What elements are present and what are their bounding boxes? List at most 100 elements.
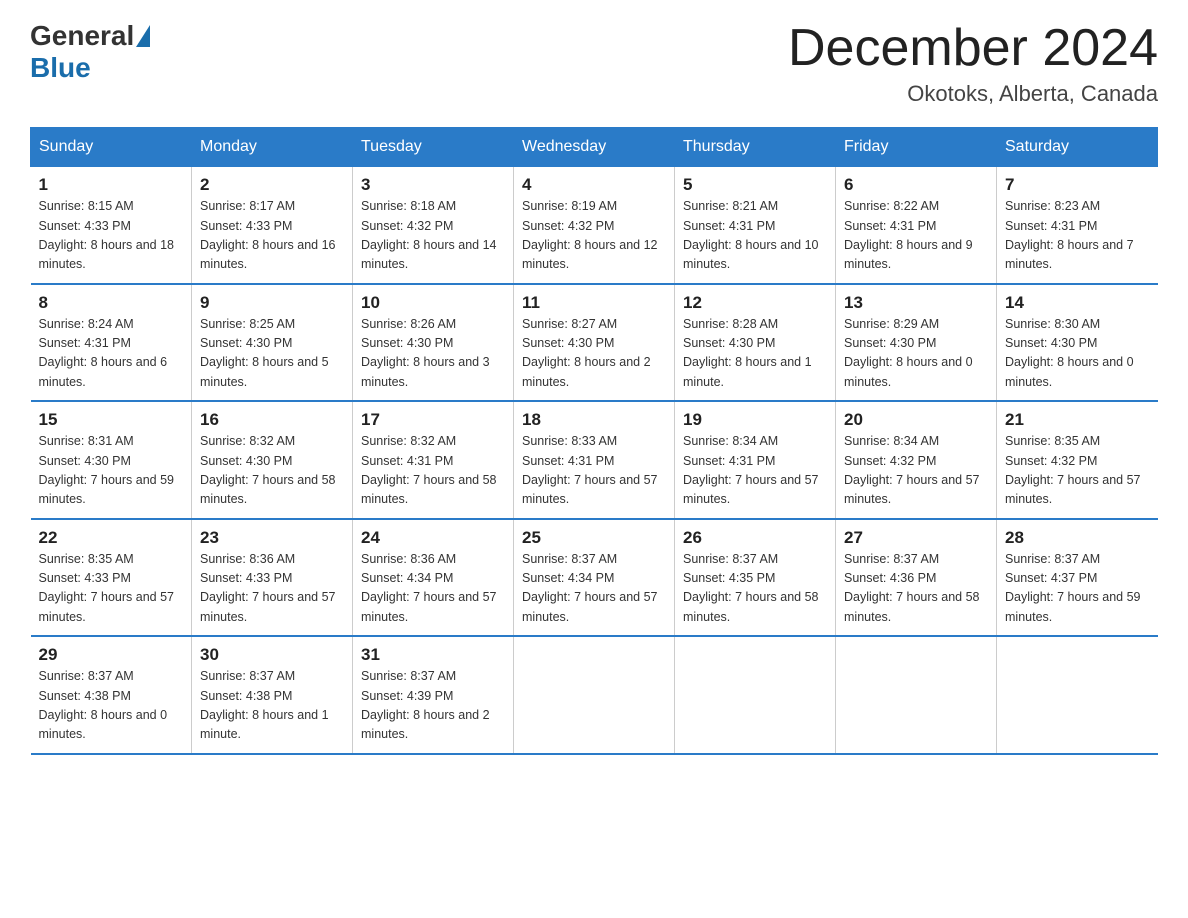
table-row: 12 Sunrise: 8:28 AMSunset: 4:30 PMDaylig…: [675, 284, 836, 402]
logo-general-text: General: [30, 20, 134, 52]
day-number: 19: [683, 410, 827, 430]
day-number: 23: [200, 528, 344, 548]
table-row: 4 Sunrise: 8:19 AMSunset: 4:32 PMDayligh…: [514, 167, 675, 284]
day-info: Sunrise: 8:36 AMSunset: 4:33 PMDaylight:…: [200, 550, 344, 628]
calendar-week-row: 29 Sunrise: 8:37 AMSunset: 4:38 PMDaylig…: [31, 636, 1158, 754]
logo: General Blue: [30, 20, 152, 84]
table-row: 22 Sunrise: 8:35 AMSunset: 4:33 PMDaylig…: [31, 519, 192, 637]
calendar-week-row: 8 Sunrise: 8:24 AMSunset: 4:31 PMDayligh…: [31, 284, 1158, 402]
table-row: [675, 636, 836, 754]
day-info: Sunrise: 8:27 AMSunset: 4:30 PMDaylight:…: [522, 315, 666, 393]
location-text: Okotoks, Alberta, Canada: [788, 81, 1158, 107]
day-number: 8: [39, 293, 184, 313]
table-row: 20 Sunrise: 8:34 AMSunset: 4:32 PMDaylig…: [836, 401, 997, 519]
day-number: 12: [683, 293, 827, 313]
day-number: 20: [844, 410, 988, 430]
day-number: 6: [844, 175, 988, 195]
calendar-week-row: 22 Sunrise: 8:35 AMSunset: 4:33 PMDaylig…: [31, 519, 1158, 637]
col-tuesday: Tuesday: [353, 128, 514, 167]
table-row: 16 Sunrise: 8:32 AMSunset: 4:30 PMDaylig…: [192, 401, 353, 519]
table-row: 15 Sunrise: 8:31 AMSunset: 4:30 PMDaylig…: [31, 401, 192, 519]
day-number: 18: [522, 410, 666, 430]
table-row: 2 Sunrise: 8:17 AMSunset: 4:33 PMDayligh…: [192, 167, 353, 284]
day-info: Sunrise: 8:23 AMSunset: 4:31 PMDaylight:…: [1005, 197, 1150, 275]
table-row: 28 Sunrise: 8:37 AMSunset: 4:37 PMDaylig…: [997, 519, 1158, 637]
day-number: 4: [522, 175, 666, 195]
logo-blue-text: Blue: [30, 52, 91, 84]
calendar-header-row: Sunday Monday Tuesday Wednesday Thursday…: [31, 128, 1158, 167]
table-row: 19 Sunrise: 8:34 AMSunset: 4:31 PMDaylig…: [675, 401, 836, 519]
day-info: Sunrise: 8:37 AMSunset: 4:35 PMDaylight:…: [683, 550, 827, 628]
day-info: Sunrise: 8:25 AMSunset: 4:30 PMDaylight:…: [200, 315, 344, 393]
calendar-week-row: 15 Sunrise: 8:31 AMSunset: 4:30 PMDaylig…: [31, 401, 1158, 519]
table-row: 30 Sunrise: 8:37 AMSunset: 4:38 PMDaylig…: [192, 636, 353, 754]
table-row: 8 Sunrise: 8:24 AMSunset: 4:31 PMDayligh…: [31, 284, 192, 402]
day-number: 15: [39, 410, 184, 430]
table-row: 17 Sunrise: 8:32 AMSunset: 4:31 PMDaylig…: [353, 401, 514, 519]
table-row: 10 Sunrise: 8:26 AMSunset: 4:30 PMDaylig…: [353, 284, 514, 402]
day-number: 26: [683, 528, 827, 548]
month-title: December 2024: [788, 20, 1158, 77]
day-number: 10: [361, 293, 505, 313]
table-row: [514, 636, 675, 754]
day-info: Sunrise: 8:37 AMSunset: 4:37 PMDaylight:…: [1005, 550, 1150, 628]
day-info: Sunrise: 8:37 AMSunset: 4:39 PMDaylight:…: [361, 667, 505, 745]
day-info: Sunrise: 8:35 AMSunset: 4:32 PMDaylight:…: [1005, 432, 1150, 510]
table-row: 23 Sunrise: 8:36 AMSunset: 4:33 PMDaylig…: [192, 519, 353, 637]
day-info: Sunrise: 8:19 AMSunset: 4:32 PMDaylight:…: [522, 197, 666, 275]
day-info: Sunrise: 8:22 AMSunset: 4:31 PMDaylight:…: [844, 197, 988, 275]
day-number: 14: [1005, 293, 1150, 313]
col-friday: Friday: [836, 128, 997, 167]
day-number: 30: [200, 645, 344, 665]
calendar-table: Sunday Monday Tuesday Wednesday Thursday…: [30, 127, 1158, 755]
day-info: Sunrise: 8:30 AMSunset: 4:30 PMDaylight:…: [1005, 315, 1150, 393]
day-info: Sunrise: 8:37 AMSunset: 4:34 PMDaylight:…: [522, 550, 666, 628]
table-row: 21 Sunrise: 8:35 AMSunset: 4:32 PMDaylig…: [997, 401, 1158, 519]
title-section: December 2024 Okotoks, Alberta, Canada: [788, 20, 1158, 107]
day-info: Sunrise: 8:29 AMSunset: 4:30 PMDaylight:…: [844, 315, 988, 393]
day-info: Sunrise: 8:26 AMSunset: 4:30 PMDaylight:…: [361, 315, 505, 393]
day-number: 17: [361, 410, 505, 430]
day-info: Sunrise: 8:37 AMSunset: 4:38 PMDaylight:…: [39, 667, 184, 745]
day-number: 7: [1005, 175, 1150, 195]
day-info: Sunrise: 8:21 AMSunset: 4:31 PMDaylight:…: [683, 197, 827, 275]
day-info: Sunrise: 8:32 AMSunset: 4:30 PMDaylight:…: [200, 432, 344, 510]
day-info: Sunrise: 8:34 AMSunset: 4:31 PMDaylight:…: [683, 432, 827, 510]
calendar-week-row: 1 Sunrise: 8:15 AMSunset: 4:33 PMDayligh…: [31, 167, 1158, 284]
day-number: 5: [683, 175, 827, 195]
day-info: Sunrise: 8:34 AMSunset: 4:32 PMDaylight:…: [844, 432, 988, 510]
table-row: 29 Sunrise: 8:37 AMSunset: 4:38 PMDaylig…: [31, 636, 192, 754]
table-row: 9 Sunrise: 8:25 AMSunset: 4:30 PMDayligh…: [192, 284, 353, 402]
day-info: Sunrise: 8:24 AMSunset: 4:31 PMDaylight:…: [39, 315, 184, 393]
col-saturday: Saturday: [997, 128, 1158, 167]
day-number: 22: [39, 528, 184, 548]
day-info: Sunrise: 8:15 AMSunset: 4:33 PMDaylight:…: [39, 197, 184, 275]
table-row: 31 Sunrise: 8:37 AMSunset: 4:39 PMDaylig…: [353, 636, 514, 754]
day-info: Sunrise: 8:37 AMSunset: 4:38 PMDaylight:…: [200, 667, 344, 745]
day-number: 28: [1005, 528, 1150, 548]
table-row: 6 Sunrise: 8:22 AMSunset: 4:31 PMDayligh…: [836, 167, 997, 284]
day-number: 21: [1005, 410, 1150, 430]
page-header: General Blue December 2024 Okotoks, Albe…: [30, 20, 1158, 107]
day-number: 24: [361, 528, 505, 548]
day-number: 11: [522, 293, 666, 313]
day-info: Sunrise: 8:17 AMSunset: 4:33 PMDaylight:…: [200, 197, 344, 275]
day-number: 16: [200, 410, 344, 430]
table-row: 7 Sunrise: 8:23 AMSunset: 4:31 PMDayligh…: [997, 167, 1158, 284]
day-number: 9: [200, 293, 344, 313]
day-number: 1: [39, 175, 184, 195]
day-number: 27: [844, 528, 988, 548]
day-info: Sunrise: 8:32 AMSunset: 4:31 PMDaylight:…: [361, 432, 505, 510]
table-row: [836, 636, 997, 754]
logo-triangle-icon: [136, 25, 150, 47]
col-thursday: Thursday: [675, 128, 836, 167]
day-number: 25: [522, 528, 666, 548]
day-number: 13: [844, 293, 988, 313]
day-info: Sunrise: 8:37 AMSunset: 4:36 PMDaylight:…: [844, 550, 988, 628]
table-row: 25 Sunrise: 8:37 AMSunset: 4:34 PMDaylig…: [514, 519, 675, 637]
col-wednesday: Wednesday: [514, 128, 675, 167]
day-info: Sunrise: 8:35 AMSunset: 4:33 PMDaylight:…: [39, 550, 184, 628]
day-number: 29: [39, 645, 184, 665]
day-number: 3: [361, 175, 505, 195]
day-info: Sunrise: 8:18 AMSunset: 4:32 PMDaylight:…: [361, 197, 505, 275]
